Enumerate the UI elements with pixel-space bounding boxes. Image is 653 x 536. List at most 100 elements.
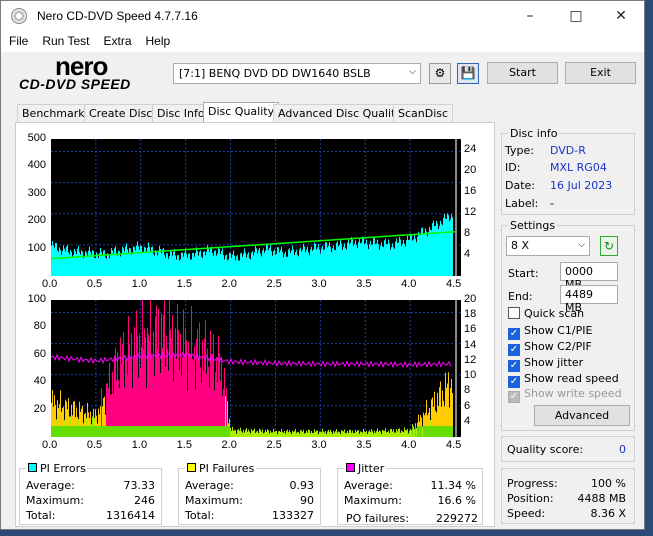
pi-failures-bar-base xyxy=(112,426,113,437)
pi-failures-bar xyxy=(256,431,257,437)
menu-file[interactable]: File xyxy=(1,32,34,48)
show-c2pif-checkbox[interactable]: ✓ Show C2/PIF xyxy=(508,340,592,356)
pi-failures-bar-base xyxy=(118,426,119,437)
pi-failures-bar xyxy=(257,431,258,437)
pi-failures-bar-base xyxy=(110,426,111,437)
pi-errors-bar xyxy=(305,252,306,276)
menu-extra[interactable]: Extra xyxy=(95,32,137,48)
pi-failures-bar xyxy=(159,357,160,437)
advanced-button[interactable]: Advanced xyxy=(534,405,630,426)
pi-errors-bar xyxy=(389,243,390,276)
start-field[interactable]: 0000 MB xyxy=(560,262,618,291)
pi-failures-bar xyxy=(137,336,138,437)
pi-failures-bar xyxy=(319,431,320,437)
pi-errors-bar xyxy=(451,214,452,276)
speed-select[interactable]: 8 X ⌵ xyxy=(506,236,590,256)
pi-failures-bar-base xyxy=(111,426,112,437)
pi-failures-bar xyxy=(213,334,214,437)
pi-failures-bar xyxy=(354,433,355,437)
pi-failures-bar-base xyxy=(204,426,205,437)
pi-errors-maximum: 246 xyxy=(134,494,155,507)
pi-failures-bar-base xyxy=(139,426,140,437)
refresh-speed-button[interactable]: ↻ xyxy=(600,236,618,256)
x-tick-label: 1.0 xyxy=(131,439,148,451)
show-read-speed-checkbox[interactable]: ✓ Show read speed xyxy=(508,372,619,388)
pi-failures-bar xyxy=(395,432,396,437)
pi-failures-bar xyxy=(125,358,126,437)
pi-failures-bar-base xyxy=(159,426,160,437)
tab-disc-quality[interactable]: Disc Quality xyxy=(203,102,280,123)
pi-errors-bar xyxy=(431,230,432,276)
pi-failures-bar xyxy=(275,431,276,437)
exit-button[interactable]: Exit xyxy=(565,62,636,84)
pi-errors-bar xyxy=(223,254,224,276)
tab-benchmark[interactable]: Benchmark xyxy=(17,104,90,123)
pi-failures-bar-base xyxy=(185,426,186,437)
tab-scandisc[interactable]: ScanDisc xyxy=(393,104,454,123)
pi-errors-bar xyxy=(406,239,407,276)
start-button[interactable]: Start xyxy=(487,62,558,84)
end-field[interactable]: 4489 MB xyxy=(560,285,618,314)
pi-failures-bar-base xyxy=(62,426,63,437)
pi-failures-bar-base xyxy=(142,426,143,437)
pi-failures-bar xyxy=(153,331,154,437)
pi-errors-bar xyxy=(346,249,347,276)
tab-disc-info[interactable]: Disc Info xyxy=(152,104,210,123)
pi-failures-bar xyxy=(264,432,265,437)
pi-errors-bar xyxy=(166,253,167,276)
pi-errors-bar xyxy=(73,254,74,276)
pi-errors-bar xyxy=(310,249,311,276)
pi-failures-bar xyxy=(292,430,293,437)
speed-value: 8.36 X xyxy=(590,507,626,520)
drive-select[interactable]: [7:1] BENQ DVD DD DW1640 BSLB ⌵ xyxy=(173,63,421,84)
maximize-button[interactable]: □ xyxy=(553,1,599,32)
pi-errors-bar xyxy=(158,251,159,276)
pi-errors-bar xyxy=(102,254,103,276)
tab-create-disc[interactable]: Create Disc xyxy=(84,104,158,123)
pi-failures-bar-base xyxy=(67,426,68,437)
y-tick-label: 300 xyxy=(27,186,46,199)
pi-failures-bar-base xyxy=(114,426,115,437)
y2-tick-label: 10 xyxy=(464,369,477,382)
pi-failures-bar xyxy=(382,429,383,437)
pi-failures-bar xyxy=(290,432,291,437)
pi-failures-bar xyxy=(279,430,280,437)
pi-errors-bar xyxy=(81,250,82,276)
pi-failures-bar-base xyxy=(429,426,430,437)
pi-errors-bar xyxy=(359,238,360,276)
show-jitter-checkbox[interactable]: ✓ Show jitter xyxy=(508,356,583,372)
pi-failures-bar-base xyxy=(172,426,173,437)
jitter-line xyxy=(51,351,452,369)
close-button[interactable]: ✕ xyxy=(598,1,644,32)
save-button[interactable]: 💾 xyxy=(457,63,479,84)
pi-errors-bar xyxy=(411,234,412,276)
pi-failures-bar xyxy=(316,430,317,437)
pi-failures-bar-base xyxy=(171,426,172,437)
pi-failures-bar xyxy=(308,429,309,437)
pi-errors-bar xyxy=(277,246,278,276)
pi-errors-bar xyxy=(236,256,237,276)
menu-help[interactable]: Help xyxy=(138,32,177,48)
pi-failures-bar-base xyxy=(68,426,69,437)
y2-tick-label: 8 xyxy=(464,226,471,239)
pi-failures-bar xyxy=(155,316,156,437)
pi-failures-bar xyxy=(239,430,240,437)
pi-failures-bar xyxy=(406,430,407,437)
pi-failures-bar xyxy=(162,347,163,437)
pi-errors-bar xyxy=(85,250,86,276)
drive-info-button[interactable]: ⚙ xyxy=(429,63,451,84)
quick-scan-checkbox[interactable]: Quick scan xyxy=(508,307,584,320)
pi-failures-bar xyxy=(134,326,135,437)
minimize-button[interactable]: – xyxy=(507,1,553,32)
pi-errors-bar xyxy=(200,250,201,276)
menu-run-test[interactable]: Run Test xyxy=(34,32,95,48)
pi-failures-bar-base xyxy=(195,426,196,437)
pi-errors-bar xyxy=(195,252,196,276)
pi-failures-bar xyxy=(320,431,321,437)
pi-failures-bar xyxy=(218,335,219,437)
y-tick-label: 500 xyxy=(27,132,46,144)
tab-advanced-disc-quality[interactable]: Advanced Disc Quality xyxy=(273,104,407,123)
pi-failures-bar xyxy=(312,432,313,437)
show-c1pie-checkbox[interactable]: ✓ Show C1/PIE xyxy=(508,324,592,340)
y-tick-label: 400 xyxy=(27,159,46,172)
